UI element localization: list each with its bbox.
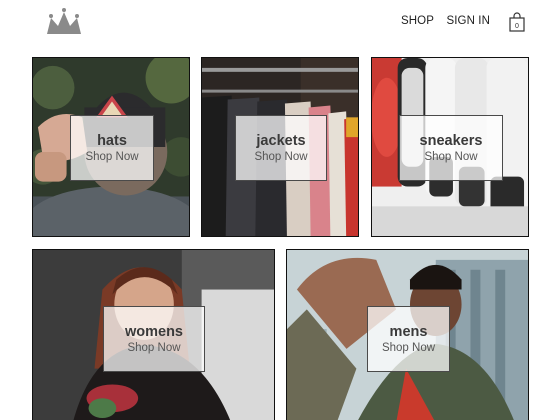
category-label-box: mens Shop Now	[367, 306, 450, 372]
shop-now-link[interactable]: Shop Now	[127, 342, 180, 355]
category-title: womens	[124, 323, 183, 340]
category-title: mens	[389, 323, 428, 340]
shop-now-link[interactable]: Shop Now	[254, 151, 307, 164]
nav-shop-link[interactable]: SHOP	[401, 15, 434, 27]
category-card-jackets[interactable]: jackets Shop Now	[201, 57, 359, 237]
shopping-bag-icon[interactable]: 0	[509, 12, 525, 32]
category-card-womens[interactable]: womens Shop Now	[32, 249, 275, 420]
shop-now-link[interactable]: Shop Now	[382, 342, 435, 355]
nav-signin-link[interactable]: SIGN IN	[446, 15, 490, 27]
category-label-box: sneakers Shop Now	[399, 115, 503, 181]
category-title: sneakers	[419, 132, 483, 149]
category-label-box: hats Shop Now	[70, 115, 154, 181]
category-label-box: jackets Shop Now	[235, 115, 327, 181]
category-card-hats[interactable]: hats Shop Now	[32, 57, 190, 237]
category-card-mens[interactable]: mens Shop Now	[286, 249, 529, 420]
category-label-box: womens Shop Now	[103, 306, 205, 372]
category-title: jackets	[256, 132, 306, 149]
shop-now-link[interactable]: Shop Now	[424, 151, 477, 164]
category-title: hats	[97, 132, 127, 149]
category-card-sneakers[interactable]: sneakers Shop Now	[371, 57, 529, 237]
shop-now-link[interactable]: Shop Now	[85, 151, 138, 164]
cart-count: 0	[515, 23, 519, 30]
crown-logo-icon[interactable]	[44, 6, 84, 36]
